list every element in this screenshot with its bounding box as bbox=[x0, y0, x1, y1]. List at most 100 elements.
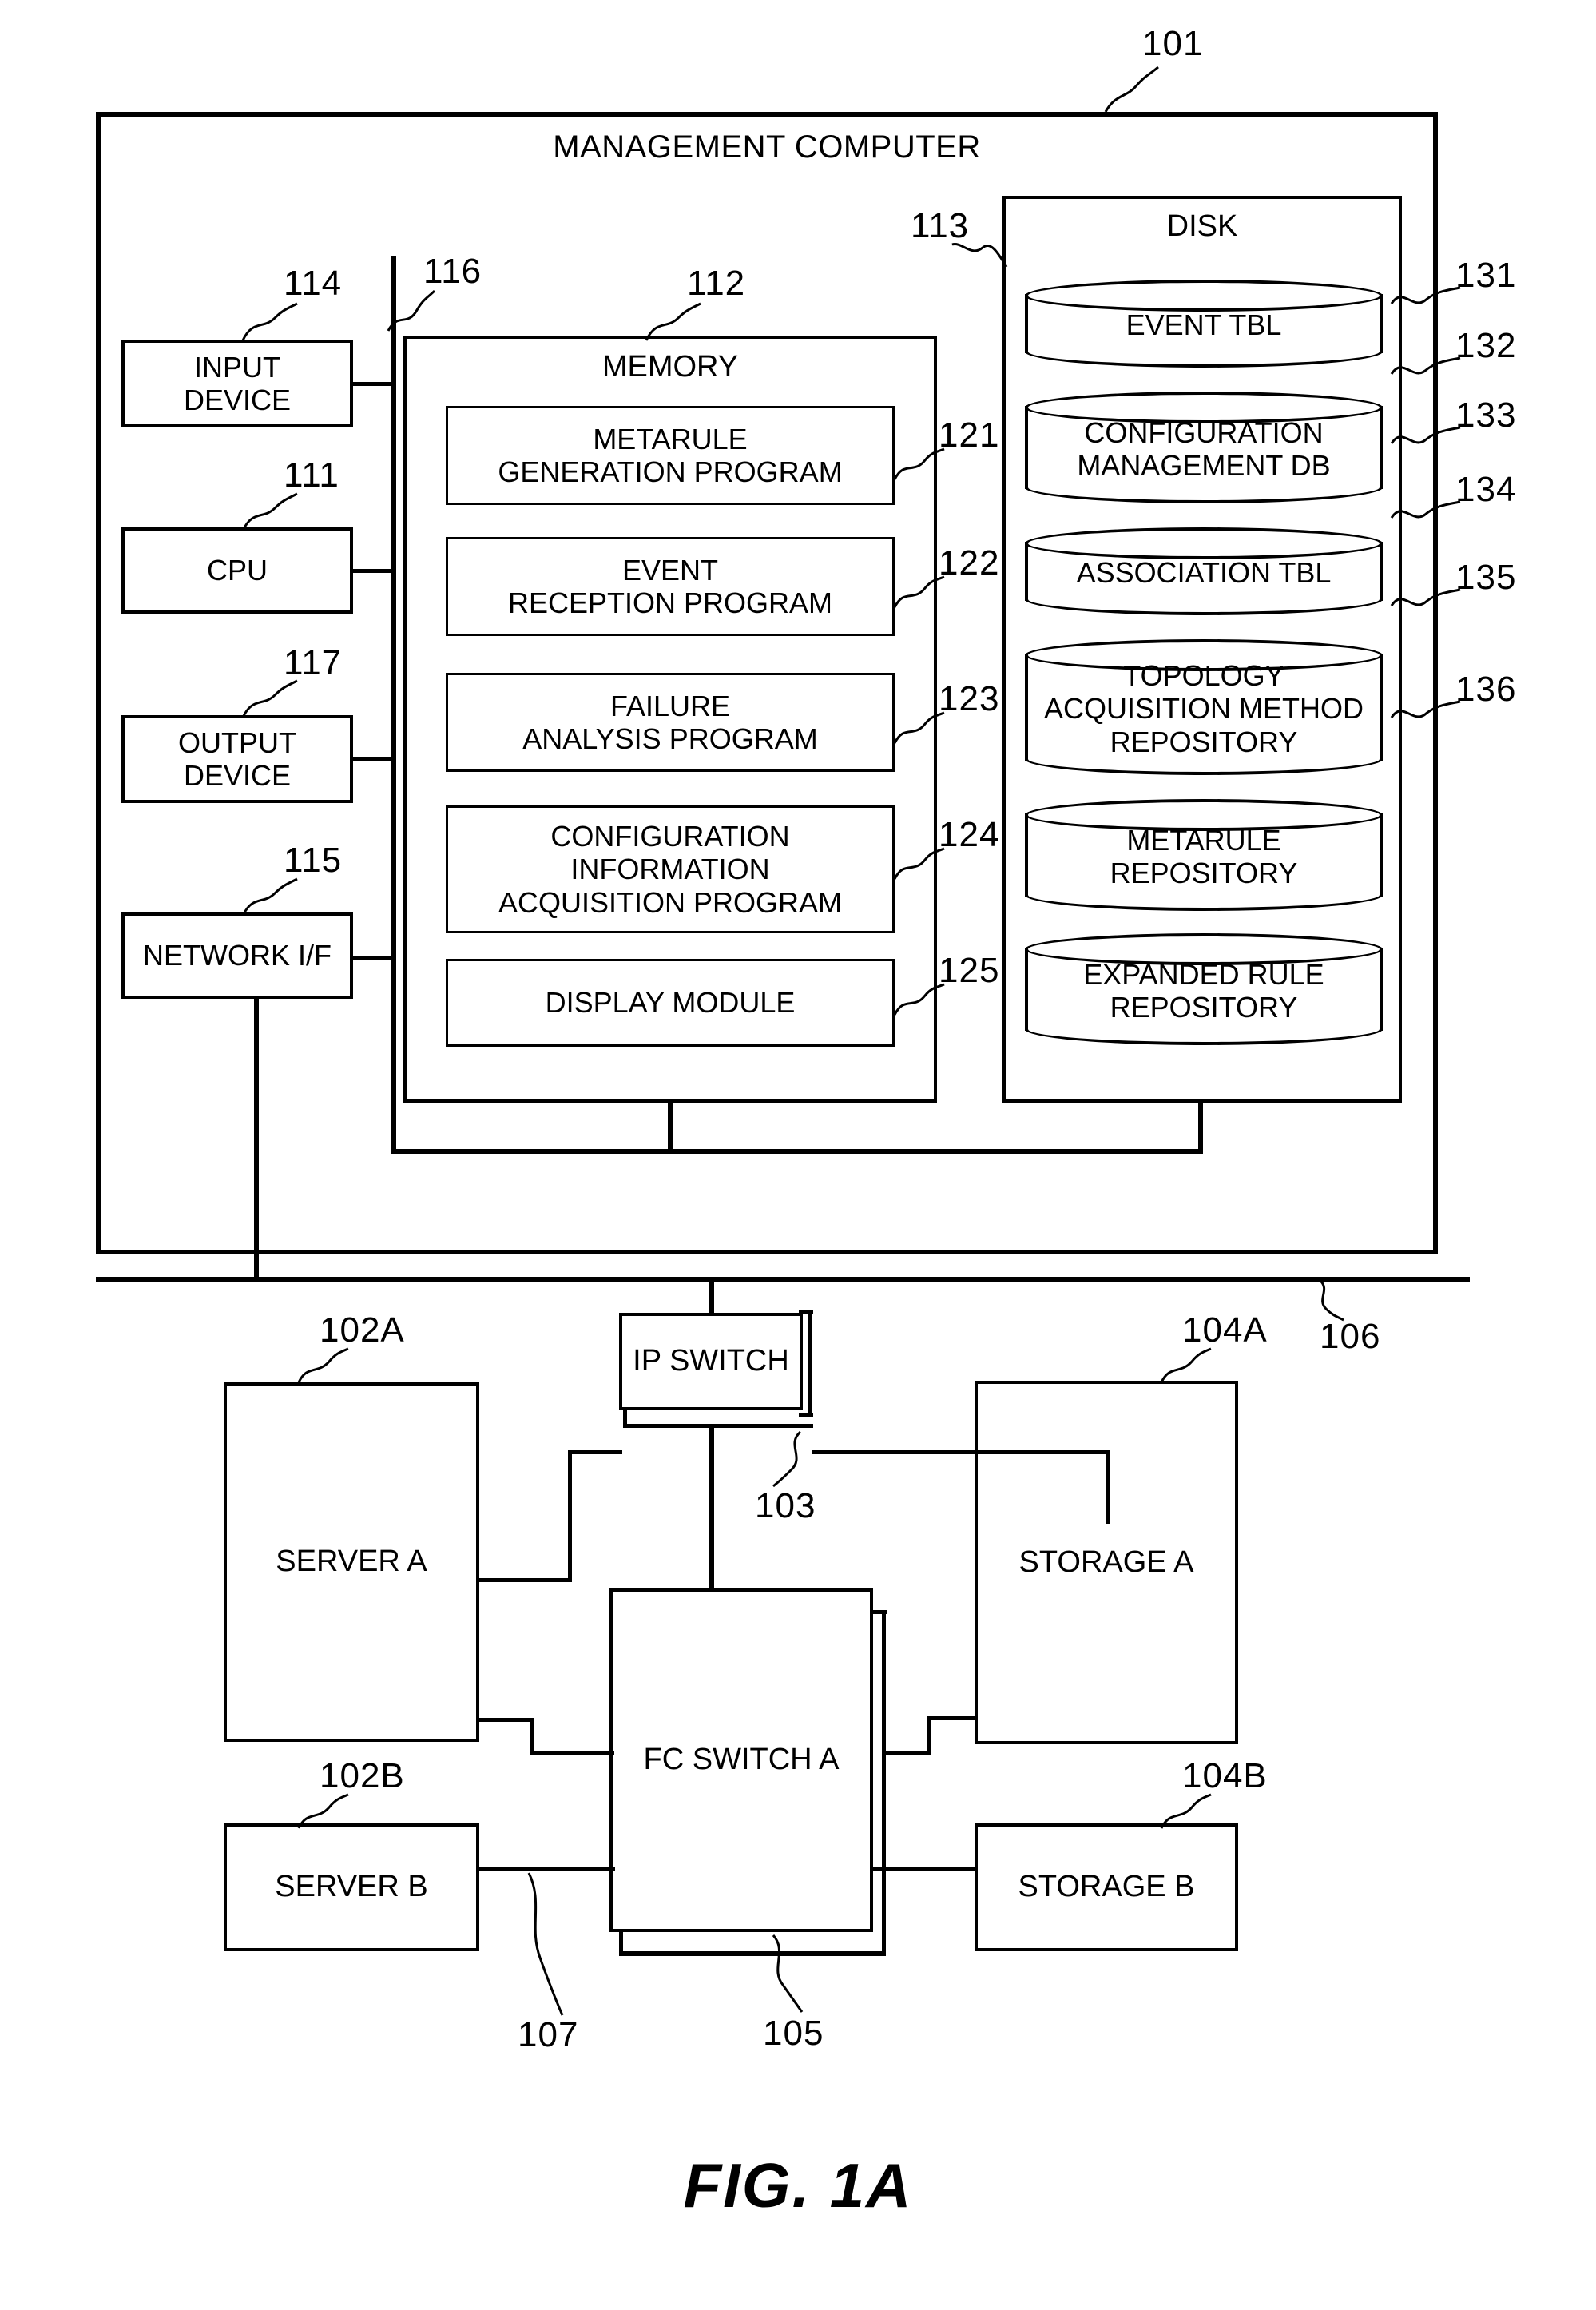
leader-113 bbox=[951, 243, 1008, 268]
memory-item-event-reception-program: EVENT RECEPTION PROGRAM bbox=[446, 537, 895, 636]
memory-item-label: EVENT RECEPTION PROGRAM bbox=[507, 553, 833, 619]
fc-switch-a-stack-left bbox=[619, 1930, 623, 1956]
wire-disk-down bbox=[1198, 1103, 1203, 1152]
memory-item-label: METARULE GENERATION PROGRAM bbox=[498, 422, 843, 488]
leader-107 bbox=[527, 1872, 564, 2016]
ref-103: 103 bbox=[755, 1486, 816, 1525]
leader-104A bbox=[1160, 1347, 1212, 1383]
leader-136 bbox=[1390, 700, 1461, 718]
wire-servera-3 bbox=[568, 1450, 622, 1454]
wire-storagea-1 bbox=[812, 1450, 1108, 1454]
management-computer-title: MANAGEMENT COMPUTER bbox=[553, 129, 981, 165]
disk-cyl-association-tbl: ASSOCIATION TBL bbox=[1025, 527, 1383, 615]
wire-servera-2 bbox=[568, 1450, 572, 1582]
leader-103 bbox=[772, 1430, 802, 1488]
wire-servera-fc-1 bbox=[478, 1718, 534, 1722]
wire-fc-storagea-1 bbox=[882, 1751, 931, 1755]
leader-104B bbox=[1160, 1793, 1212, 1829]
leader-124 bbox=[893, 847, 945, 880]
cpu-box: CPU bbox=[121, 527, 353, 614]
ref-115: 115 bbox=[284, 841, 343, 880]
ip-switch-label: IP SWITCH bbox=[633, 1344, 789, 1378]
wire-input-to-bus bbox=[351, 382, 395, 386]
server-a-label: SERVER A bbox=[276, 1545, 427, 1579]
disk-item-label: ASSOCIATION TBL bbox=[1076, 556, 1332, 590]
leader-102A bbox=[297, 1347, 349, 1383]
fc-switch-a-stack-bottom bbox=[619, 1951, 886, 1956]
wire-fc-storagea-2 bbox=[927, 1716, 931, 1755]
input-device-box: INPUT DEVICE bbox=[121, 340, 353, 427]
disk-item-label: EXPANDED RULE REPOSITORY bbox=[1083, 957, 1324, 1024]
leader-106 bbox=[1318, 1278, 1344, 1322]
storage-b-label: STORAGE B bbox=[1018, 1870, 1195, 1904]
server-a-box: SERVER A bbox=[224, 1382, 479, 1742]
wire-cpu-to-bus bbox=[351, 569, 395, 573]
leader-123 bbox=[893, 711, 945, 744]
ip-switch-box: IP SWITCH bbox=[619, 1313, 803, 1410]
ip-network-106 bbox=[96, 1277, 1470, 1282]
wire-output-to-bus bbox=[351, 757, 395, 761]
leader-114 bbox=[241, 302, 298, 341]
ref-102B: 102B bbox=[320, 1756, 405, 1795]
ip-switch-port-bottom bbox=[623, 1424, 813, 1428]
disk-cyl-event-tbl: EVENT TBL bbox=[1025, 280, 1383, 368]
leader-125 bbox=[893, 983, 945, 1016]
figure-caption: FIG. 1A bbox=[683, 2150, 913, 2221]
memory-item-metarule-generation-program: METARULE GENERATION PROGRAM bbox=[446, 406, 895, 505]
ref-111: 111 bbox=[284, 455, 339, 495]
leader-135 bbox=[1390, 588, 1461, 606]
leader-117 bbox=[241, 679, 298, 718]
ip-switch-port-right-bottom bbox=[799, 1413, 813, 1417]
output-device-label: OUTPUT DEVICE bbox=[178, 726, 296, 792]
leader-131 bbox=[1390, 286, 1461, 304]
ip-switch-port-right-top bbox=[799, 1310, 813, 1314]
ref-104B: 104B bbox=[1182, 1756, 1268, 1795]
wire-fc-storageb bbox=[873, 1867, 977, 1871]
fc-switch-a-box: FC SWITCH A bbox=[609, 1588, 873, 1932]
wire-fc-storagea-3 bbox=[927, 1716, 977, 1720]
disk-cyl-configuration-management-db: CONFIGURATION MANAGEMENT DB bbox=[1025, 392, 1383, 503]
memory-item-label: CONFIGURATION INFORMATION ACQUISITION PR… bbox=[498, 820, 843, 919]
leader-133 bbox=[1390, 426, 1461, 444]
wire-ipswitch-to-fcswitch bbox=[709, 1426, 714, 1591]
network-if-label: NETWORK I/F bbox=[143, 939, 332, 972]
leader-132 bbox=[1390, 356, 1461, 375]
wire-servera-fc-2 bbox=[530, 1718, 534, 1755]
wire-servera-fc-3 bbox=[530, 1751, 614, 1755]
disk-item-label: TOPOLOGY ACQUISITION METHOD REPOSITORY bbox=[1043, 659, 1364, 758]
fc-switch-a-stack-right bbox=[882, 1610, 886, 1954]
ip-switch-port-bottom-left bbox=[623, 1410, 627, 1428]
fc-switch-a-stack-top bbox=[871, 1610, 887, 1614]
memory-title: MEMORY bbox=[601, 350, 739, 384]
memory-item-display-module: DISPLAY MODULE bbox=[446, 959, 895, 1047]
internal-bus-116 bbox=[391, 256, 396, 1151]
disk-cyl-metarule-repository: METARULE REPOSITORY bbox=[1025, 799, 1383, 911]
internal-lower-bus bbox=[391, 1149, 1203, 1154]
memory-item-failure-analysis-program: FAILURE ANALYSIS PROGRAM bbox=[446, 673, 895, 772]
cpu-label: CPU bbox=[206, 554, 268, 587]
leader-101 bbox=[1104, 66, 1159, 113]
ip-switch-port-right bbox=[808, 1310, 812, 1416]
leader-111 bbox=[241, 492, 298, 531]
leader-122 bbox=[893, 575, 945, 608]
wire-ipswitch-to-network bbox=[709, 1278, 714, 1314]
leader-102B bbox=[297, 1793, 349, 1829]
ref-107: 107 bbox=[518, 2015, 579, 2054]
leader-116 bbox=[387, 289, 436, 332]
memory-item-label: FAILURE ANALYSIS PROGRAM bbox=[522, 689, 818, 755]
leader-121 bbox=[893, 447, 945, 480]
ref-104A: 104A bbox=[1182, 1310, 1268, 1350]
disk-cyl-topology-acquisition-method-repository: TOPOLOGY ACQUISITION METHOD REPOSITORY bbox=[1025, 639, 1383, 775]
fc-switch-a-label: FC SWITCH A bbox=[643, 1743, 840, 1777]
disk-cyl-expanded-rule-repository: EXPANDED RULE REPOSITORY bbox=[1025, 933, 1383, 1045]
ref-102A: 102A bbox=[320, 1310, 405, 1350]
wire-memory-down bbox=[668, 1103, 673, 1152]
wire-storagea-2 bbox=[1106, 1450, 1110, 1524]
ref-117: 117 bbox=[284, 643, 343, 682]
memory-item-label: DISPLAY MODULE bbox=[545, 986, 796, 1020]
input-device-label: INPUT DEVICE bbox=[183, 350, 292, 416]
leader-105 bbox=[772, 1934, 804, 2013]
patent-figure-1a: 101 MANAGEMENT COMPUTER 116 INPUT DEVICE… bbox=[0, 0, 1596, 2310]
ref-116: 116 bbox=[423, 252, 482, 291]
disk-item-label: CONFIGURATION MANAGEMENT DB bbox=[1077, 415, 1331, 482]
